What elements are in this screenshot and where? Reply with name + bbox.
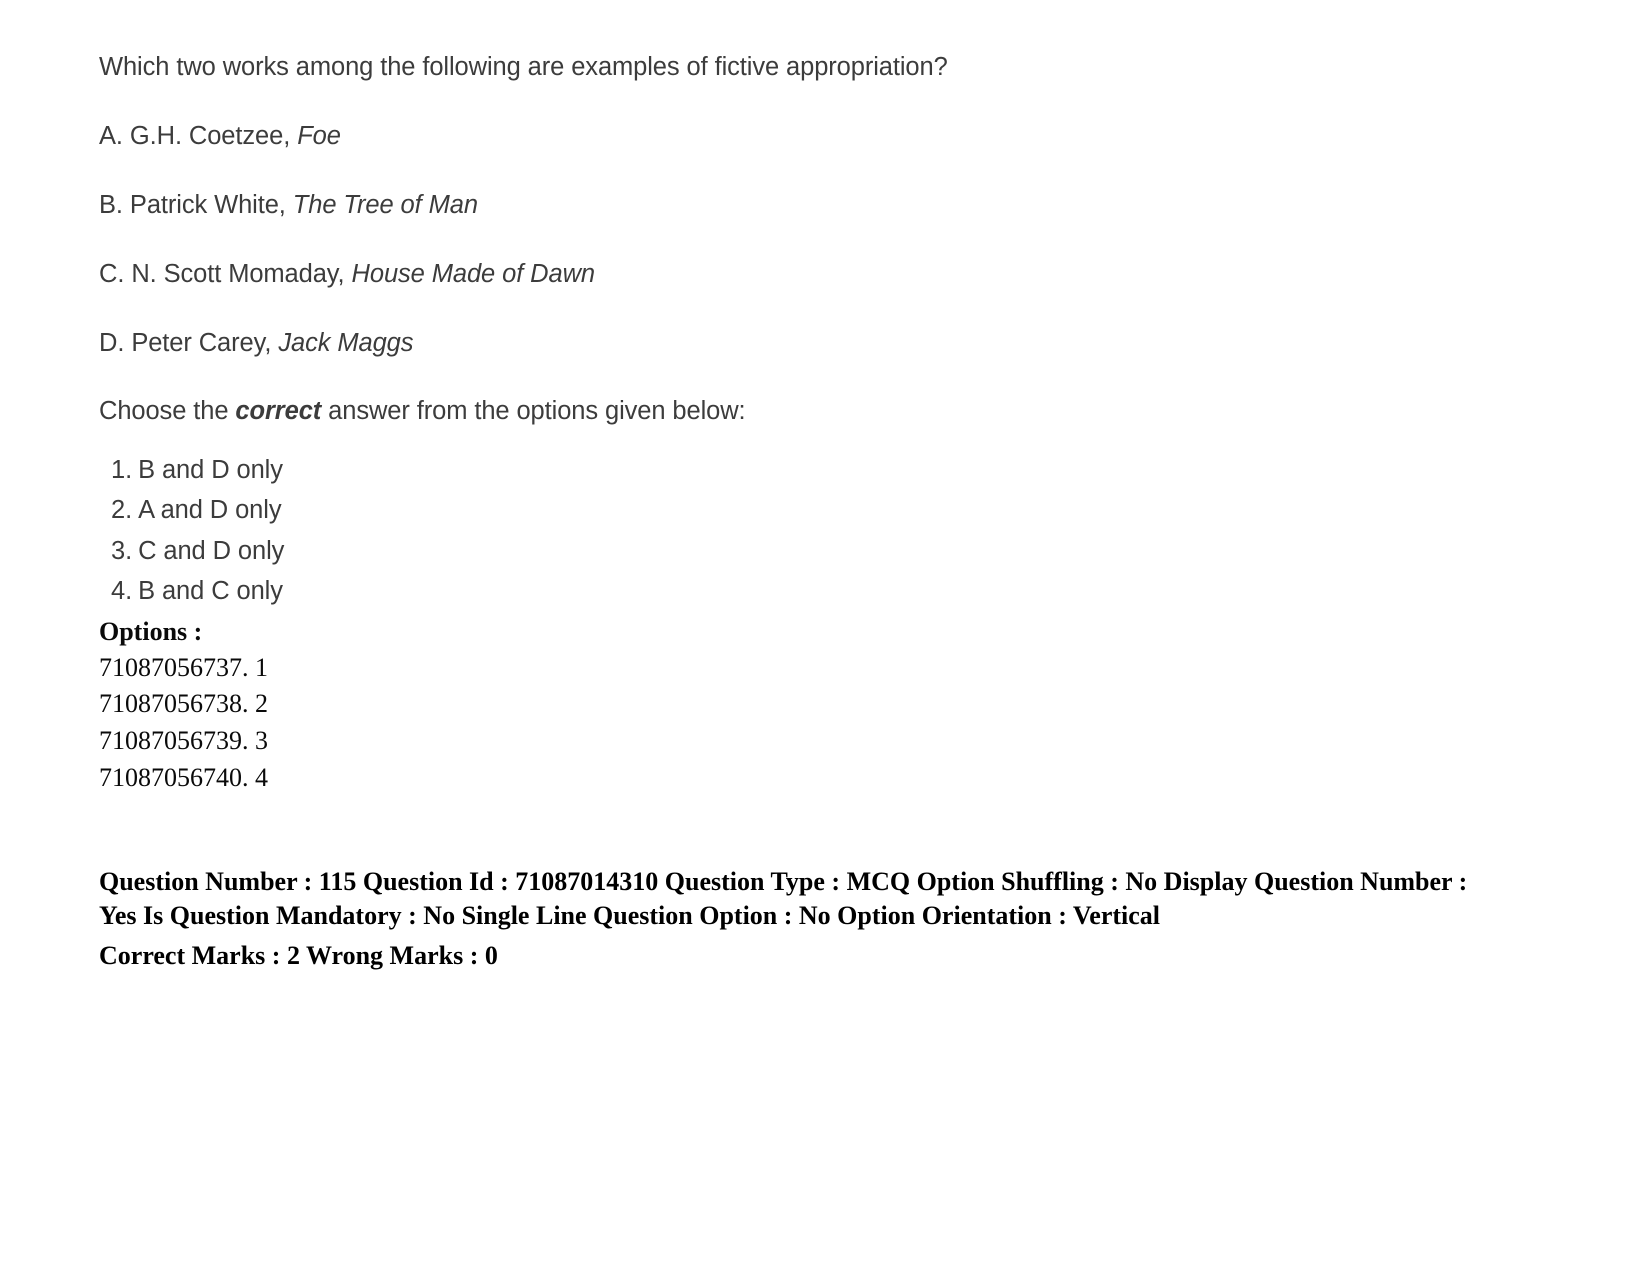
statement-d-label: D. [99, 328, 125, 357]
statement-b: B. Patrick White, The Tree of Man [99, 190, 1554, 222]
statement-b-author: Patrick White, [129, 190, 286, 219]
choose-prompt-before: Choose the [99, 397, 236, 426]
statement-d: D. Peter Carey, Jack Maggs [99, 328, 1554, 360]
answer-choice-3-number: 3. [111, 536, 133, 565]
question-metadata: Question Number : 115 Question Id : 7108… [99, 865, 1474, 974]
statement-a-label: A. [99, 121, 123, 150]
answer-choice-2[interactable]: 2. A and D only [111, 494, 1554, 527]
metadata-line-1: Question Number : 115 Question Id : 7108… [99, 866, 1468, 931]
option-id-1: 71087056737. 1 [99, 652, 268, 682]
answer-choice-2-label: A and D only [138, 496, 282, 525]
answer-choice-1-number: 1. [111, 456, 133, 485]
statement-b-title: The Tree of Man [292, 190, 478, 219]
statement-c-label: C. [99, 259, 125, 288]
option-id-2: 71087056738. 2 [99, 689, 268, 719]
statement-c: C. N. Scott Momaday, House Made of Dawn [99, 259, 1554, 291]
metadata-line-2: Correct Marks : 2 Wrong Marks : 0 [99, 940, 498, 970]
answer-choice-4-label: B and C only [138, 576, 283, 605]
answer-choice-4[interactable]: 4. B and C only [111, 575, 1554, 608]
options-id-section: Options : 71087056737. 1 71087056738. 2 … [99, 615, 1554, 795]
choose-prompt-after: answer from the options given below: [321, 397, 746, 426]
statement-a-author: G.H. Coetzee, [129, 121, 291, 150]
option-id-3: 71087056739. 3 [99, 726, 268, 756]
question-body: Which two works among the following are … [99, 52, 1554, 608]
option-id-list: 71087056737. 1 71087056738. 2 7108705673… [99, 651, 1554, 795]
options-heading: Options : [99, 616, 203, 646]
answer-choice-4-number: 4. [111, 576, 133, 605]
answer-choice-1[interactable]: 1. B and D only [111, 454, 1554, 487]
answer-choice-list: 1. B and D only 2. A and D only 3. C and D … [99, 454, 1554, 608]
option-id-4: 71087056740. 4 [99, 763, 268, 792]
choose-prompt-emphasis: correct [235, 397, 322, 426]
answer-choice-2-number: 2. [111, 496, 133, 525]
statement-c-title: House Made of Dawn [351, 259, 596, 288]
statement-a: A. G.H. Coetzee, Foe [99, 121, 1554, 153]
statement-a-title: Foe [297, 121, 341, 150]
statement-d-title: Jack Maggs [278, 328, 414, 357]
statement-c-author: N. Scott Momaday, [131, 259, 345, 288]
answer-choice-3-label: C and D only [138, 536, 285, 565]
question-page: Which two works among the following are … [0, 0, 1650, 1275]
statement-b-label: B. [99, 190, 123, 219]
statement-d-author: Peter Carey, [131, 328, 272, 357]
question-stem: Which two works among the following are … [99, 53, 948, 81]
choose-answer-prompt: Choose the correct answer from the optio… [99, 396, 1554, 428]
answer-choice-3[interactable]: 3. C and D only [111, 535, 1554, 568]
answer-choice-1-label: B and D only [138, 456, 283, 485]
